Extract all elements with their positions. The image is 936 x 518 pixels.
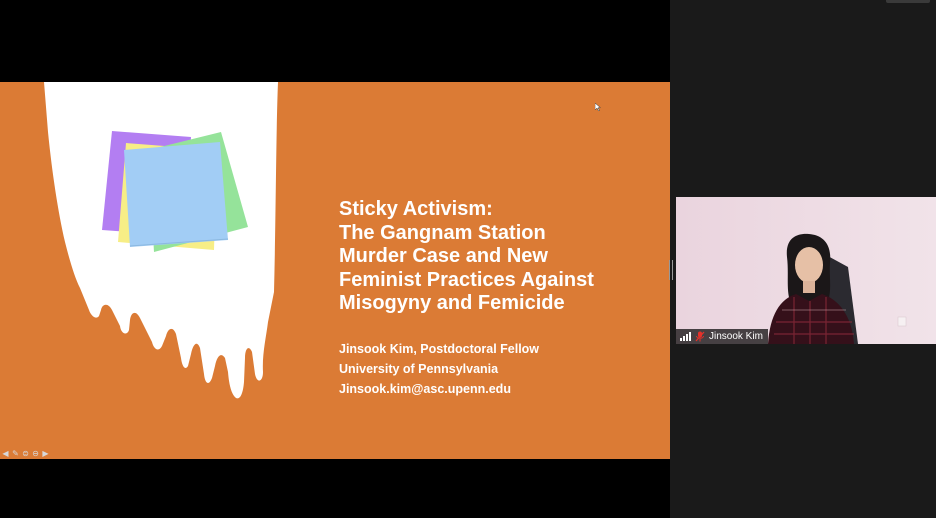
person-face [795, 247, 823, 283]
slide-title-line: Murder Case and New [339, 245, 548, 268]
author-email: Jinsook.kim@asc.upenn.edu [339, 382, 511, 396]
participant-video-feed [676, 197, 936, 344]
next-slide-icon[interactable]: ▶ [41, 450, 50, 458]
mic-muted-icon [695, 331, 705, 342]
slide-title-line: Feminist Practices Against [339, 268, 594, 291]
author-name: Jinsook Kim, Postdoctoral Fellow [339, 342, 540, 356]
author-affiliation: University of Pennsylvania [339, 362, 499, 376]
slideshow-controls: ◀ ✎ ⊜ ⊖ ▶ [1, 450, 50, 459]
slide-title-line: The Gangnam Station [339, 221, 546, 244]
zoom-icon[interactable]: ⊖ [31, 450, 40, 458]
slide-title: Sticky Activism: The Gangnam Station Mur… [339, 198, 594, 316]
participant-name-tag: Jinsook Kim [676, 329, 768, 344]
participant-video-tile[interactable] [676, 197, 936, 344]
previous-slide-icon[interactable]: ◀ [1, 450, 10, 458]
presentation-slide: Sticky Activism: The Gangnam Station Mur… [0, 82, 670, 459]
slide-menu-icon[interactable]: ⊜ [21, 450, 30, 458]
participant-name: Jinsook Kim [709, 331, 763, 342]
sticky-note-blue [124, 142, 228, 247]
pen-icon[interactable]: ✎ [11, 450, 20, 458]
slide-title-line: Misogyny and Femicide [339, 292, 565, 315]
screen-share-area: Sticky Activism: The Gangnam Station Mur… [0, 0, 670, 518]
signal-bars-icon [680, 332, 691, 341]
slide-title-line: Sticky Activism: [339, 198, 493, 220]
mouse-cursor-icon [595, 103, 601, 111]
slide-author-info: Jinsook Kim, Postdoctoral Fellow Univers… [339, 339, 539, 399]
view-options-handle[interactable] [886, 0, 930, 3]
panel-resize-handle[interactable] [669, 260, 673, 280]
